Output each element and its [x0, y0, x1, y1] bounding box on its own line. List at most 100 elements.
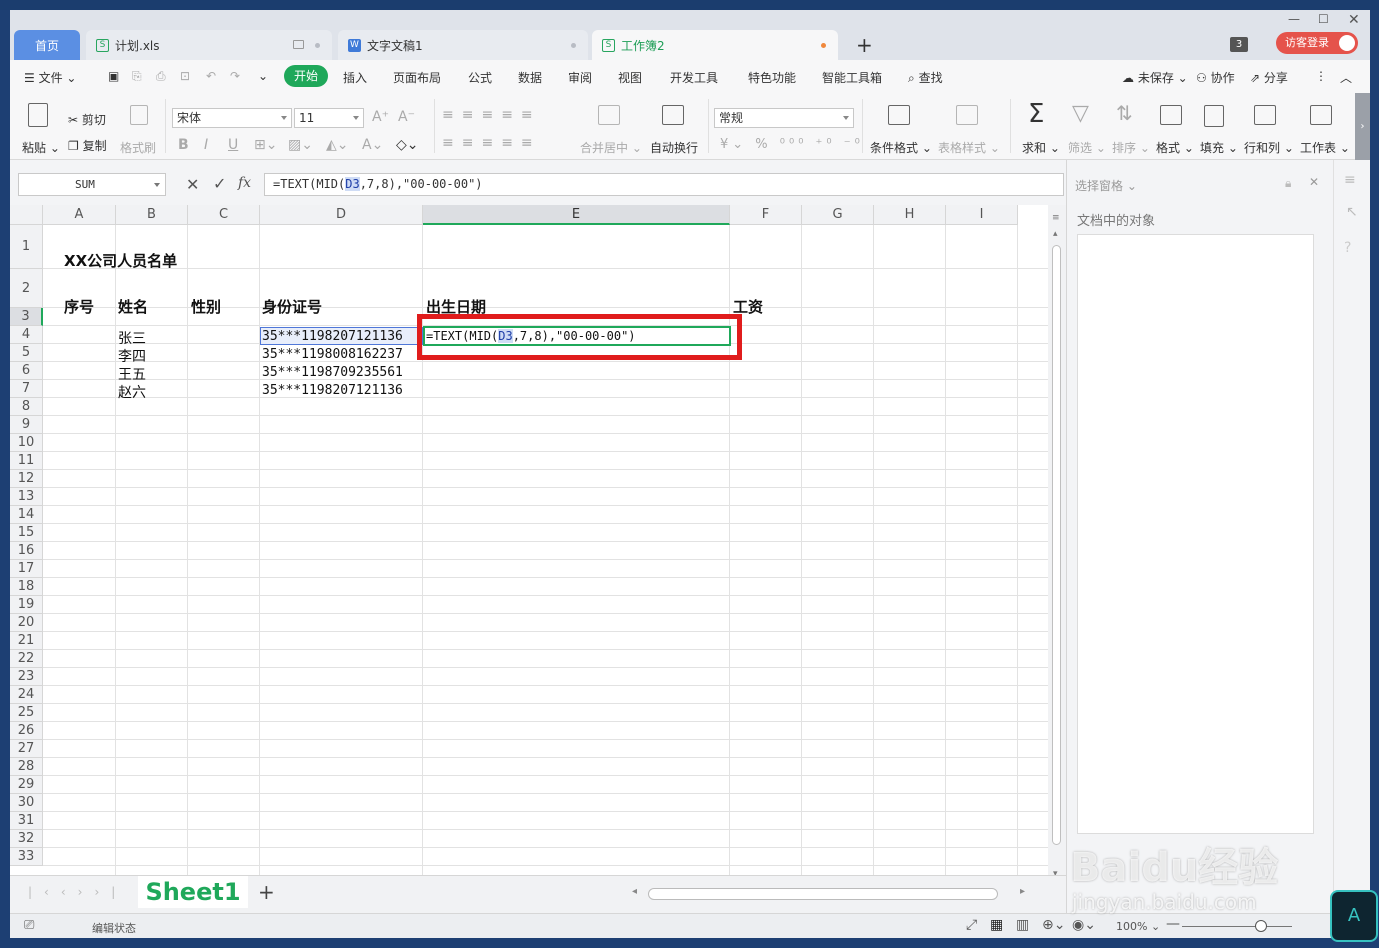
font-size-select[interactable]: 11 — [294, 108, 364, 128]
row-header[interactable]: 14 — [10, 506, 43, 524]
zoom-slider-knob[interactable] — [1255, 920, 1267, 932]
row-header[interactable]: 18 — [10, 578, 43, 596]
window-count-badge[interactable]: 3 — [1230, 37, 1248, 52]
merge-center-icon[interactable] — [598, 105, 620, 125]
row-header[interactable]: 10 — [10, 434, 43, 452]
row-header[interactable]: 5 — [10, 344, 43, 362]
menu-view[interactable]: 视图 — [618, 69, 642, 86]
header-seq[interactable]: 序号 — [64, 296, 94, 317]
tab-close-dot[interactable] — [571, 43, 576, 48]
fullscreen-icon[interactable]: ⤢ — [966, 917, 977, 933]
bold-icon[interactable]: B — [178, 137, 189, 153]
minimize-icon[interactable]: — — [1288, 12, 1300, 26]
menu-insert[interactable]: 插入 — [343, 69, 367, 86]
tab-plan-xls[interactable]: S 计划.xls — [86, 30, 332, 60]
unsaved-dot[interactable] — [821, 43, 826, 48]
format-painter-button[interactable]: 格式刷 — [120, 139, 156, 156]
lock-icon[interactable]: 🔒︎ — [1285, 176, 1291, 191]
horizontal-scroll-thumb[interactable] — [648, 888, 998, 900]
sheet-nav-icons[interactable]: |‹‹››| — [28, 885, 127, 899]
worksheet-button[interactable]: 工作表 ⌄ — [1300, 139, 1350, 156]
menu-smart-toolbox[interactable]: 智能工具箱 — [822, 69, 882, 86]
column-header-e[interactable]: E — [423, 205, 730, 225]
row-header[interactable]: 12 — [10, 470, 43, 488]
menu-review[interactable]: 审阅 — [568, 69, 592, 86]
fill-down-icon[interactable] — [1204, 105, 1224, 127]
collaborate-button[interactable]: ⚇ 协作 — [1196, 69, 1235, 86]
save-icon[interactable]: ▣ — [108, 69, 119, 83]
row-header[interactable]: 9 — [10, 416, 43, 434]
wrap-text-icon[interactable] — [662, 105, 684, 125]
undo-icon[interactable]: ↶ — [206, 69, 216, 83]
column-header-f[interactable]: F — [730, 205, 802, 225]
help-icon[interactable]: ? — [1344, 240, 1351, 256]
row-header[interactable]: 1 — [10, 225, 43, 269]
cursor-icon[interactable]: ↖ — [1346, 204, 1358, 220]
add-sheet-icon[interactable]: + — [258, 880, 275, 904]
export-icon[interactable]: ⎘ — [132, 69, 142, 84]
format-painter-icon[interactable] — [130, 105, 148, 125]
font-name-select[interactable]: 宋体 — [172, 108, 292, 128]
sigma-icon[interactable]: Σ — [1028, 99, 1044, 129]
select-all-corner[interactable] — [10, 205, 43, 225]
conditional-format-icon[interactable] — [888, 105, 910, 125]
objects-list[interactable] — [1077, 234, 1314, 834]
menu-start[interactable]: 开始 — [284, 65, 329, 87]
id-cell[interactable]: 35***1198207121136 — [262, 329, 403, 344]
reading-view-icon[interactable]: ⊕⌄ — [1042, 917, 1065, 933]
row-header[interactable]: 20 — [10, 614, 43, 632]
row-header[interactable]: 11 — [10, 452, 43, 470]
italic-icon[interactable]: I — [204, 137, 208, 153]
row-header[interactable]: 26 — [10, 722, 43, 740]
number-format-select[interactable]: 常规 — [714, 108, 854, 128]
name-cell[interactable]: 王五 — [118, 364, 146, 384]
spreadsheet-grid[interactable]: A B C D E F G H I 1 2 3 4 5 6 7 8 9 10 11 12 13 14 15 1… — [10, 205, 1048, 875]
decrease-font-icon[interactable]: A⁻ — [398, 109, 415, 125]
collapse-ribbon-icon[interactable]: ︿ — [1340, 69, 1352, 86]
eye-protection-icon[interactable]: ◉⌄ — [1072, 917, 1096, 933]
fill-style-icon[interactable]: ▨⌄ — [288, 137, 313, 153]
row-header[interactable]: 24 — [10, 686, 43, 704]
scroll-up-icon[interactable]: ▴ — [1053, 229, 1058, 239]
row-header[interactable]: 6 — [10, 362, 43, 380]
header-name[interactable]: 姓名 — [118, 296, 148, 317]
column-header-b[interactable]: B — [116, 205, 188, 225]
tab-home[interactable]: 首页 — [14, 30, 80, 60]
column-header-i[interactable]: I — [946, 205, 1018, 225]
fill-color-icon[interactable]: ◭⌄ — [326, 137, 349, 153]
guest-login-button[interactable]: 访客登录 — [1276, 32, 1358, 54]
row-column-icon[interactable] — [1254, 105, 1276, 125]
quick-access-dropdown-icon[interactable]: ⌄ — [258, 69, 268, 83]
menu-special[interactable]: 特色功能 — [748, 69, 796, 86]
filter-icon[interactable]: ▽ — [1072, 101, 1089, 126]
conditional-format-button[interactable]: 条件格式 ⌄ — [870, 139, 932, 156]
paste-button[interactable]: 粘贴 ⌄ — [22, 139, 60, 156]
sort-button[interactable]: 排序 ⌄ — [1112, 139, 1150, 156]
cut-button[interactable]: ✂ 剪切 — [68, 111, 106, 128]
name-cell[interactable]: 赵六 — [118, 382, 146, 402]
row-header[interactable]: 13 — [10, 488, 43, 506]
macro-icon[interactable]: ⎚ — [24, 918, 34, 933]
zoom-level[interactable]: 100% ⌄ — [1116, 920, 1160, 933]
more-icon[interactable]: ≡ — [1344, 172, 1356, 188]
row-header[interactable]: 15 — [10, 524, 43, 542]
unsaved-status[interactable]: ☁ 未保存 ⌄ — [1122, 69, 1188, 86]
name-cell[interactable]: 张三 — [118, 328, 146, 348]
confirm-formula-icon[interactable]: ✓ — [213, 174, 226, 193]
menu-formula[interactable]: 公式 — [468, 69, 492, 86]
merge-center-button[interactable]: 合并居中 ⌄ — [580, 139, 642, 156]
ime-indicator[interactable]: A — [1330, 890, 1378, 942]
tab-workbook2[interactable]: S 工作簿2 — [592, 30, 838, 60]
column-header-a[interactable]: A — [43, 205, 116, 225]
column-header-d[interactable]: D — [260, 205, 423, 225]
ribbon-scroll-right-icon[interactable]: › — [1355, 93, 1370, 160]
row-header[interactable]: 8 — [10, 398, 43, 416]
menu-developer[interactable]: 开发工具 — [670, 69, 718, 86]
vertical-align-icons[interactable]: ≡≡≡≡≡ — [442, 107, 541, 123]
increase-font-icon[interactable]: A⁺ — [372, 109, 389, 125]
row-header[interactable]: 30 — [10, 794, 43, 812]
id-cell[interactable]: 35***1198008162237 — [262, 347, 403, 362]
table-style-button[interactable]: 表格样式 ⌄ — [938, 139, 1000, 156]
header-id[interactable]: 身份证号 — [262, 296, 322, 317]
cancel-formula-icon[interactable]: ✕ — [186, 175, 199, 194]
